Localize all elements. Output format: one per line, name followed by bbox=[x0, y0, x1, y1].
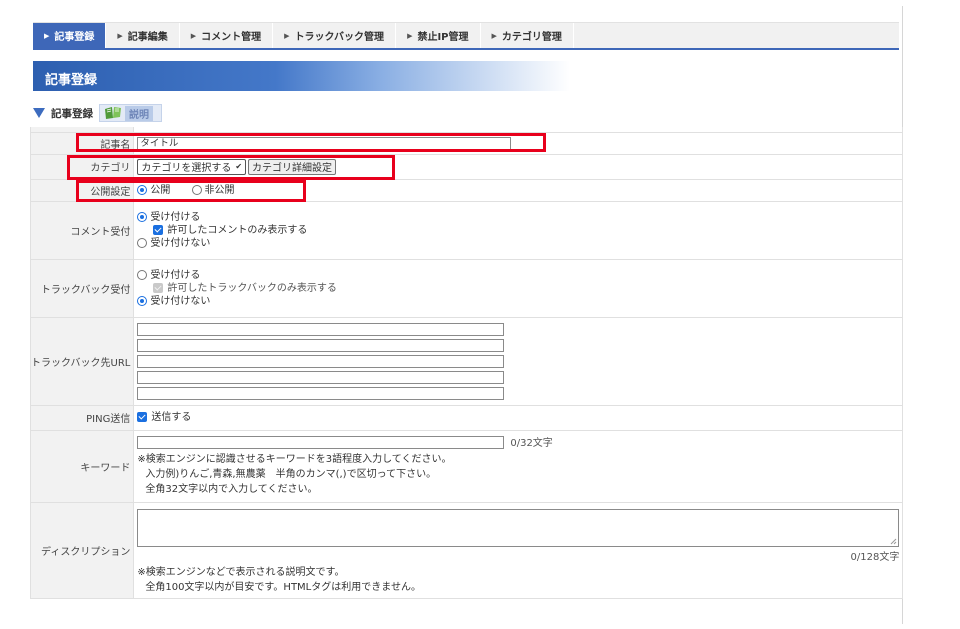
row-ping: PING送信 送信する bbox=[29, 404, 904, 431]
row-public: 公開設定 公開 非公開 bbox=[29, 178, 904, 202]
public-radio-on[interactable]: 公開 bbox=[137, 184, 170, 196]
comment-reject-radio[interactable]: 受け付けない bbox=[137, 237, 899, 250]
description-note-2: 全角100文字以内が目安です。HTMLタグは利用できません。 bbox=[145, 581, 421, 593]
comment-approved-only-checkbox[interactable]: 許可したコメントのみ表示する bbox=[137, 224, 899, 237]
arrow-right-icon: ▶ bbox=[44, 31, 50, 40]
tab-banned-ip-manage[interactable]: ▶ 禁止IP管理 bbox=[396, 23, 481, 48]
description-counter: 0/128文字 bbox=[850, 551, 900, 563]
tab-article-register[interactable]: ▶ 記事登録 bbox=[33, 23, 107, 48]
arrow-right-icon: ▶ bbox=[284, 31, 290, 40]
ping-label: PING送信 bbox=[29, 404, 135, 431]
category-label: カテゴリ bbox=[29, 153, 135, 180]
tab-comment-manage[interactable]: ▶ コメント管理 bbox=[180, 23, 274, 48]
category-select[interactable]: カテゴリを選択する ✔ bbox=[137, 158, 247, 175]
public-radio-off[interactable]: 非公開 bbox=[191, 184, 235, 196]
public-label: 公開設定 bbox=[29, 178, 135, 202]
tab-article-edit[interactable]: ▶ 記事編集 bbox=[106, 23, 180, 48]
section-title: 記事登録 bbox=[51, 107, 93, 120]
row-trackback: トラックバック受付 受け付ける 許可したトラックバックのみ表示する 受け付けない bbox=[29, 258, 904, 318]
triangle-down-icon bbox=[33, 108, 45, 118]
trackback-url-input-3[interactable] bbox=[137, 354, 505, 368]
arrow-right-icon: ▶ bbox=[190, 31, 197, 40]
row-description: ディスクリプション 0/128文字 ※検索エンジンなどで表示される説明文です。 … bbox=[29, 501, 904, 599]
description-textarea[interactable] bbox=[137, 508, 900, 547]
keyword-note-3: 全角32文字以内で入力してください。 bbox=[145, 483, 318, 495]
help-button[interactable]: 説明 bbox=[99, 104, 162, 122]
checkbox-disabled-icon bbox=[153, 282, 164, 293]
category-detail-button[interactable]: カテゴリ詳細設定 bbox=[248, 158, 337, 175]
keyword-counter: 0/32文字 bbox=[510, 437, 553, 449]
article-form: 記事名 タイトル カテゴリ カテゴリを選択する ✔ カテゴリ詳細設定 公開設定 公開… bbox=[29, 127, 904, 599]
trackback-url-input-5[interactable] bbox=[137, 386, 505, 400]
tab-trackback-manage[interactable]: ▶ トラックバック管理 bbox=[273, 23, 397, 48]
comment-label: コメント受付 bbox=[29, 200, 135, 260]
chevron-down-icon: ✔ bbox=[235, 162, 243, 171]
book-icon bbox=[105, 107, 121, 119]
page-title-bar: 記事登録 bbox=[33, 61, 899, 91]
trackback-url-input-1[interactable] bbox=[137, 322, 505, 336]
arrow-right-icon: ▶ bbox=[407, 31, 413, 40]
comment-accept-radio[interactable]: 受け付ける bbox=[137, 211, 899, 224]
radio-unchecked-icon bbox=[191, 184, 202, 195]
section-header: 記事登録 説明 bbox=[33, 103, 162, 123]
keyword-label: キーワード bbox=[29, 429, 135, 503]
keyword-note-2: 入力例)りんご,青森,無農薬 半角のカンマ(,)で区切って下さい。 bbox=[145, 468, 437, 480]
radio-checked-icon bbox=[137, 184, 148, 195]
resize-handle-icon[interactable] bbox=[890, 538, 897, 545]
row-title: 記事名 タイトル bbox=[29, 131, 904, 155]
radio-unchecked-icon bbox=[137, 237, 148, 248]
tab-bar: ▶ 記事登録 ▶ 記事編集 ▶ コメント管理 ▶ トラックバック管理 ▶ 禁止IP管理 ▶… bbox=[33, 22, 899, 50]
checkbox-checked-icon bbox=[137, 412, 148, 422]
page-title: 記事登録 bbox=[45, 73, 98, 88]
radio-checked-icon bbox=[137, 295, 148, 306]
tab-category-manage[interactable]: ▶ カテゴリ管理 bbox=[481, 23, 574, 48]
trackback-label: トラックバック受付 bbox=[29, 258, 135, 318]
trackback-approved-only-checkbox[interactable]: 許可したトラックバックのみ表示する bbox=[137, 282, 899, 295]
radio-checked-icon bbox=[137, 211, 148, 222]
row-trackback-url: トラックバック先URL bbox=[29, 316, 904, 406]
description-label: ディスクリプション bbox=[29, 501, 135, 599]
radio-unchecked-icon bbox=[137, 269, 148, 280]
checkbox-checked-icon bbox=[153, 224, 164, 235]
row-category: カテゴリ カテゴリを選択する ✔ カテゴリ詳細設定 bbox=[29, 153, 904, 180]
keyword-input[interactable] bbox=[137, 436, 505, 449]
trackback-url-input-4[interactable] bbox=[137, 370, 505, 384]
trackback-accept-radio[interactable]: 受け付ける bbox=[137, 269, 899, 282]
title-label: 記事名 bbox=[29, 131, 135, 155]
title-input[interactable]: タイトル bbox=[137, 136, 512, 150]
trackback-url-input-2[interactable] bbox=[137, 338, 505, 352]
trackback-url-label: トラックバック先URL bbox=[29, 316, 135, 406]
ping-checkbox[interactable]: 送信する bbox=[137, 412, 191, 423]
arrow-right-icon: ▶ bbox=[117, 31, 123, 40]
trackback-reject-radio[interactable]: 受け付けない bbox=[137, 295, 899, 308]
admin-panel: ▶ 記事登録 ▶ 記事編集 ▶ コメント管理 ▶ トラックバック管理 ▶ 禁止IP管理 ▶… bbox=[28, 0, 904, 629]
arrow-right-icon: ▶ bbox=[491, 31, 497, 40]
help-button-label: 説明 bbox=[125, 105, 153, 121]
row-keyword: キーワード 0/32文字 ※検索エンジンに認識させるキーワードを3語程度入力して… bbox=[29, 429, 904, 503]
description-note-1: ※検索エンジンなどで表示される説明文です。 bbox=[137, 566, 345, 578]
row-comment: コメント受付 受け付ける 許可したコメントのみ表示する 受け付けない bbox=[29, 200, 904, 260]
keyword-note-1: ※検索エンジンに認識させるキーワードを3語程度入力してください。 bbox=[137, 453, 452, 465]
